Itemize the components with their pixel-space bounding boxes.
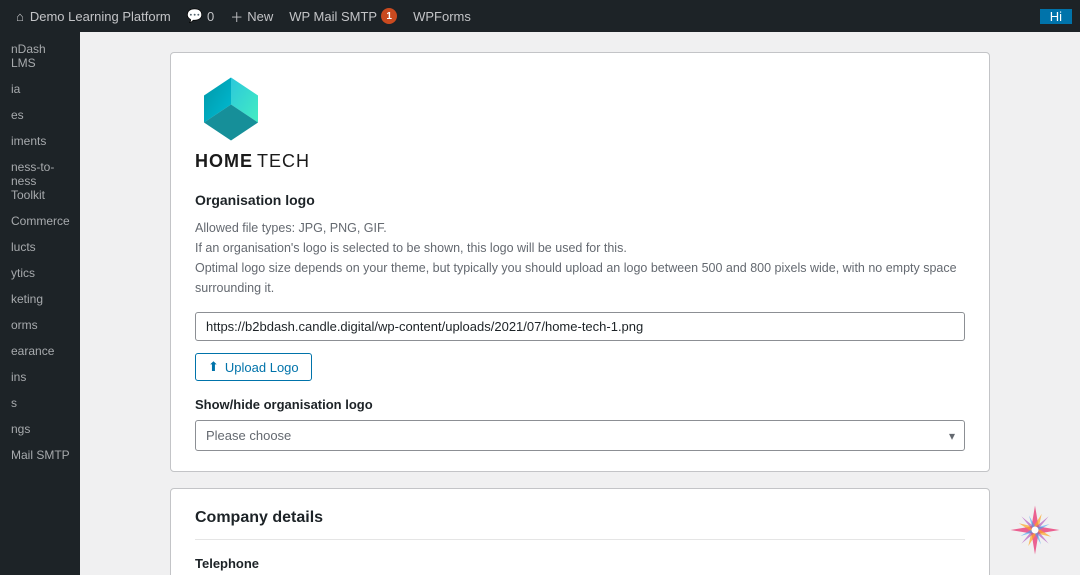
logo-svg-icon [195, 73, 267, 145]
sidebar-item-label: lucts [11, 240, 36, 254]
organisation-logo-title: Organisation logo [195, 192, 965, 208]
sidebar-item-label: ytics [11, 266, 35, 280]
sidebar-item-iments[interactable]: iments [0, 128, 80, 154]
sidebar-item-ia[interactable]: ia [0, 76, 80, 102]
main-content: HOME TECH Organisation logo Allowed file… [80, 32, 1080, 575]
sidebar-item-label: Mail SMTP [11, 448, 70, 462]
description-line1: Allowed file types: JPG, PNG, GIF. [195, 218, 965, 238]
sidebar-item-label: Commerce [11, 214, 70, 228]
sidebar-item-commerce[interactable]: Commerce [0, 208, 80, 234]
sidebar-item-toolkit[interactable]: ness-to-ness Toolkit [0, 154, 80, 208]
upload-icon: ⬆ [208, 359, 219, 375]
sidebar-item-label: earance [11, 344, 54, 358]
comment-count: 0 [207, 9, 214, 24]
home-tech-logo: HOME TECH [195, 73, 310, 172]
sidebar-item-label: s [11, 396, 17, 410]
content-area: HOME TECH Organisation logo Allowed file… [150, 32, 1010, 575]
wpforms-label: WPForms [413, 9, 471, 24]
description-line2: If an organisation's logo is selected to… [195, 238, 965, 258]
telephone-label: Telephone [195, 556, 965, 571]
layout: nDash LMS ia es iments ness-to-ness Tool… [0, 32, 1080, 575]
show-hide-organisation-logo-label: Show/hide organisation logo [195, 397, 965, 412]
sidebar-item-settings[interactable]: ngs [0, 416, 80, 442]
wpmail-badge: 1 [381, 8, 397, 24]
sidebar-item-label: nDash LMS [11, 42, 46, 70]
sidebar-item-forms[interactable]: orms [0, 312, 80, 338]
sidebar-item-es[interactable]: es [0, 102, 80, 128]
sidebar-item-label: es [11, 108, 24, 122]
sidebar: nDash LMS ia es iments ness-to-ness Tool… [0, 32, 80, 575]
sidebar-item-marketing[interactable]: keting [0, 286, 80, 312]
admin-bar-site[interactable]: ⌂ Demo Learning Platform [8, 0, 179, 32]
comment-icon: 💬 [187, 8, 203, 24]
new-label: New [247, 9, 273, 24]
sidebar-item-analytics[interactable]: ytics [0, 260, 80, 286]
sidebar-item-label: keting [11, 292, 43, 306]
hi-label: Hi [1050, 9, 1062, 24]
sidebar-item-ndash-lms[interactable]: nDash LMS [0, 36, 80, 76]
organisation-logo-card: HOME TECH Organisation logo Allowed file… [170, 52, 990, 472]
site-name: Demo Learning Platform [30, 9, 171, 24]
decorative-star-icon [1000, 495, 1070, 565]
sidebar-item-mailsmtp[interactable]: Mail SMTP [0, 442, 80, 468]
admin-bar-wpforms[interactable]: WPForms [405, 0, 479, 32]
sidebar-item-s[interactable]: s [0, 390, 80, 416]
admin-bar-wpmail[interactable]: WP Mail SMTP 1 [281, 0, 405, 32]
description-line3: Optimal logo size depends on your theme,… [195, 258, 965, 298]
sidebar-item-products[interactable]: lucts [0, 234, 80, 260]
show-hide-select[interactable]: Please choose Show Hide [195, 420, 965, 451]
sidebar-item-label: ness-to-ness Toolkit [11, 160, 54, 202]
company-details-title: Company details [195, 509, 965, 540]
logo-preview: HOME TECH [195, 73, 965, 172]
sidebar-item-label: ia [11, 82, 20, 96]
logo-text-tech: TECH [257, 151, 310, 172]
admin-bar-new[interactable]: ＋ New [222, 0, 281, 32]
plus-icon: ＋ [230, 7, 243, 26]
logo-text-home: HOME [195, 151, 253, 172]
wpmail-label: WP Mail SMTP [289, 9, 377, 24]
sidebar-item-label: ins [11, 370, 26, 384]
logo-url-input[interactable] [195, 312, 965, 341]
upload-logo-button[interactable]: ⬆ Upload Logo [195, 353, 312, 381]
logo-text: HOME TECH [195, 151, 310, 172]
sidebar-item-appearance[interactable]: earance [0, 338, 80, 364]
admin-bar-comments[interactable]: 💬 0 [179, 0, 222, 32]
sidebar-item-label: iments [11, 134, 46, 148]
show-hide-select-wrapper: Please choose Show Hide ▾ [195, 420, 965, 451]
sidebar-item-label: orms [11, 318, 38, 332]
logo-description: Allowed file types: JPG, PNG, GIF. If an… [195, 218, 965, 298]
wordpress-icon: ⌂ [16, 9, 24, 24]
admin-bar-right: Hi [1040, 9, 1072, 24]
upload-logo-label: Upload Logo [225, 360, 299, 375]
admin-bar-hi-button[interactable]: Hi [1040, 9, 1072, 24]
sidebar-item-label: ngs [11, 422, 30, 436]
sidebar-item-plugins[interactable]: ins [0, 364, 80, 390]
admin-bar: ⌂ Demo Learning Platform 💬 0 ＋ New WP Ma… [0, 0, 1080, 32]
company-details-card: Company details Telephone Address line 1 [170, 488, 990, 575]
